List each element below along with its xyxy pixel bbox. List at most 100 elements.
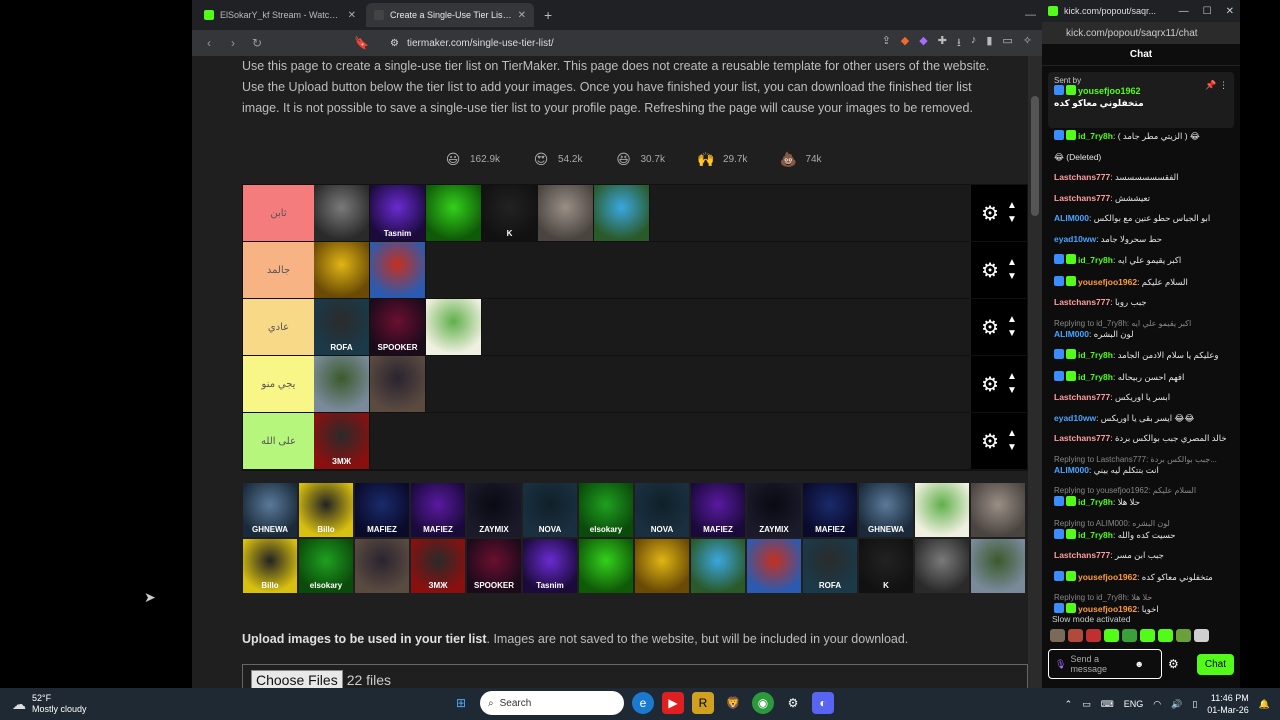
pool-image[interactable]: NOVA (634, 482, 690, 538)
move-up-icon[interactable]: ▲ (1007, 427, 1017, 441)
reload-icon[interactable]: ↻ (250, 36, 264, 50)
move-down-icon[interactable]: ▼ (1007, 384, 1017, 398)
maximize-icon[interactable]: ☐ (1203, 6, 1212, 17)
chrome-icon[interactable]: ◉ (752, 692, 774, 714)
site-info-icon[interactable]: ⚙ (390, 38, 399, 49)
puzzle-icon[interactable]: ✚ (938, 34, 947, 53)
chat-username[interactable]: Lastchans777 (1054, 172, 1110, 182)
app-r-icon[interactable]: R (692, 692, 714, 714)
clock[interactable]: 11:46 PM 01-Mar-26 (1207, 692, 1249, 716)
pool-image[interactable]: Tasnim (522, 538, 578, 594)
pool-image[interactable]: ZAYMIX (466, 482, 522, 538)
pool-image[interactable] (746, 538, 802, 594)
start-icon[interactable]: ⊞ (450, 692, 472, 714)
send-message-input[interactable]: 🎙 Send a message ☻ (1048, 649, 1162, 679)
forward-icon[interactable]: › (226, 36, 240, 50)
chat-scrollbar[interactable] (1240, 0, 1280, 688)
chat-username[interactable]: Lastchans777 (1054, 193, 1110, 203)
move-down-icon[interactable]: ▼ (1007, 213, 1017, 227)
tray-overflow-icon[interactable]: ⌃ (1065, 699, 1073, 710)
tier-settings-gear-icon[interactable]: ⚙ (981, 429, 999, 454)
mic-icon[interactable]: 🎙 (1055, 659, 1066, 669)
pool-image[interactable] (690, 538, 746, 594)
sidebar-icon[interactable]: ▮ (986, 34, 992, 53)
pool-image[interactable] (354, 538, 410, 594)
reaction-raised-hands[interactable]: 🙌 29.7k (695, 148, 747, 170)
tier-item-image[interactable]: SPOOKER (370, 299, 426, 355)
settings-gear-icon[interactable]: ⚙ (1168, 657, 1179, 671)
pool-image[interactable] (970, 538, 1026, 594)
tier-item-image[interactable] (426, 299, 482, 355)
battery-icon[interactable]: ▯ (1192, 699, 1197, 710)
close-icon[interactable]: ✕ (1226, 6, 1234, 17)
pool-image[interactable]: SPOOKER (466, 538, 522, 594)
pool-image[interactable] (634, 538, 690, 594)
tier-settings-gear-icon[interactable]: ⚙ (981, 315, 999, 340)
pool-image[interactable] (914, 482, 970, 538)
emote-icon[interactable] (1194, 629, 1209, 642)
tier-item-image[interactable] (370, 242, 426, 298)
pool-image[interactable]: Billo (298, 482, 354, 538)
pool-image[interactable]: GHNEWA (242, 482, 298, 538)
tier-label[interactable]: ثابن (243, 185, 314, 241)
tier-item-image[interactable]: ЗМЖ (314, 413, 370, 469)
extension-icon[interactable]: ◆ (919, 34, 927, 53)
new-tab-icon[interactable]: + (536, 7, 560, 23)
reply-context[interactable]: Replying to yousefjoo1962: السلام عليكم (1054, 485, 1232, 496)
volume-icon[interactable]: 🔊 (1171, 699, 1182, 710)
chat-username[interactable]: id_7ry8h (1078, 530, 1113, 540)
weather-widget[interactable]: ☁ 52°F Mostly cloudy (0, 693, 200, 715)
reaction-poop[interactable]: 💩 74k (777, 148, 822, 170)
tab-kick-stream[interactable]: ElSokarY_kf Stream - Watch Live on Kick … (196, 3, 364, 27)
tier-item-image[interactable] (314, 356, 370, 412)
emote-icon[interactable] (1086, 629, 1101, 642)
tier-item-image[interactable]: K (482, 185, 538, 241)
youtube-icon[interactable]: ▶ (662, 692, 684, 714)
settings-app-icon[interactable]: ⚙ (782, 692, 804, 714)
reaction-heart-eyes[interactable]: 😍 54.2k (530, 148, 583, 170)
pool-image[interactable]: ЗМЖ (410, 538, 466, 594)
chat-username[interactable]: id_7ry8h (1078, 255, 1113, 265)
pool-image[interactable]: MAFIEZ (690, 482, 746, 538)
pool-image[interactable]: MAFIEZ (354, 482, 410, 538)
bookmark-icon[interactable]: 🔖 (354, 36, 369, 50)
chat-username[interactable]: Lastchans777 (1054, 550, 1110, 560)
reply-context[interactable]: Replying to Lastchans777: جبب بوالكس برد… (1054, 454, 1232, 465)
chat-username[interactable]: id_7ry8h (1078, 131, 1113, 141)
tier-item-image[interactable] (594, 185, 650, 241)
emote-icon[interactable] (1104, 629, 1119, 642)
chat-username[interactable]: Lastchans777 (1054, 392, 1110, 402)
tab-tiermaker[interactable]: Create a Single-Use Tier List (Pri ✕ (366, 3, 534, 27)
tier-settings-gear-icon[interactable]: ⚙ (981, 201, 999, 226)
move-up-icon[interactable]: ▲ (1007, 199, 1017, 213)
chat-username[interactable]: id_7ry8h (1078, 497, 1113, 507)
pin-icon[interactable]: 📌 ⋮ (1205, 80, 1228, 91)
reaction-laughing-face[interactable]: 😆 30.7k (613, 148, 665, 170)
pool-image[interactable]: NOVA (522, 482, 578, 538)
chat-username[interactable]: eyad10ww (1054, 413, 1096, 423)
wifi-icon[interactable]: ◠ (1153, 699, 1161, 710)
reply-context[interactable]: Replying to id_7ry8h: حلا هلا (1054, 592, 1232, 603)
chat-username[interactable]: yousefjoo1962 (1078, 277, 1137, 287)
share-icon[interactable]: ⇪ (882, 34, 891, 53)
tab-close-icon[interactable]: ✕ (518, 10, 526, 21)
move-down-icon[interactable]: ▼ (1007, 441, 1017, 455)
leo-icon[interactable]: ✧ (1023, 34, 1032, 53)
pool-image[interactable]: elsokary (298, 538, 354, 594)
chat-username[interactable]: eyad10ww (1054, 234, 1096, 244)
device-icon[interactable]: ▭ (1082, 699, 1091, 710)
chat-username[interactable]: ALIM000 (1054, 465, 1089, 475)
emoji-picker-icon[interactable]: ☻ (1134, 659, 1143, 669)
chat-username[interactable]: yousefjoo1962 (1078, 604, 1137, 614)
edge-icon[interactable]: e (632, 692, 654, 714)
chat-username[interactable]: ALIM000 (1054, 213, 1089, 223)
minimize-icon[interactable]: — (1179, 6, 1189, 17)
scrollbar-thumb[interactable] (1031, 96, 1039, 216)
chat-username[interactable]: id_7ry8h (1078, 372, 1113, 382)
tier-item-image[interactable] (314, 242, 370, 298)
move-up-icon[interactable]: ▲ (1007, 313, 1017, 327)
brave-icon[interactable]: 🦁 (722, 692, 744, 714)
back-icon[interactable]: ‹ (202, 36, 216, 50)
pool-image[interactable]: K (858, 538, 914, 594)
pool-image[interactable]: MAFIEZ (802, 482, 858, 538)
